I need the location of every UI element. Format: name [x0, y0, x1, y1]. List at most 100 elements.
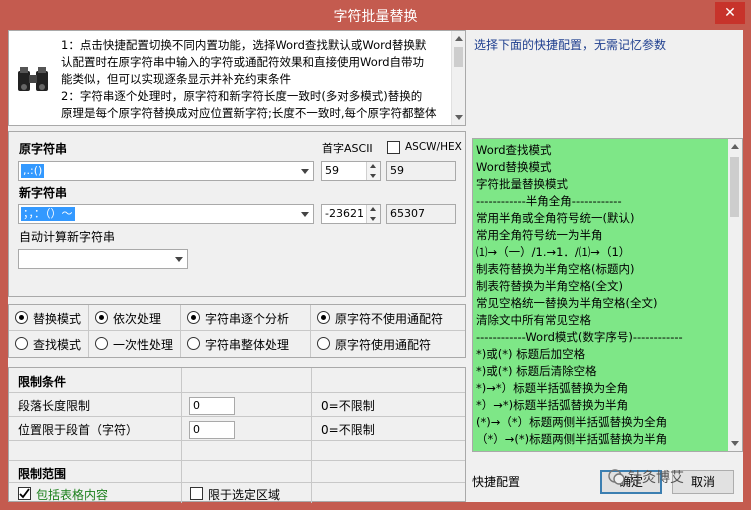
- source-combo[interactable]: ,.:(): [18, 161, 314, 181]
- ascw-checkbox[interactable]: [387, 141, 400, 154]
- radio-char-by-char[interactable]: [187, 311, 200, 324]
- spin-buttons[interactable]: [366, 162, 380, 180]
- mode-no-wildcard[interactable]: 原字符不使用通配符: [311, 305, 465, 331]
- list-item[interactable]: 常用半角或全角符号统一(默认): [476, 210, 634, 227]
- tips-text: 1：点击快捷配置切换不同内置功能，选择Word查找默认或Word替换默 认配置时…: [61, 37, 447, 121]
- list-item[interactable]: 制表符替换为半角空格(标题内): [476, 261, 634, 278]
- spin-down-icon[interactable]: [370, 217, 376, 221]
- list-item[interactable]: *)→*）标题半括弧替换为全角: [476, 380, 628, 397]
- limit-note: 0=不限制: [321, 423, 375, 437]
- radio-sequential[interactable]: [95, 311, 108, 324]
- limit-label: 段落长度限制: [18, 399, 91, 413]
- source-label: 原字符串: [19, 142, 68, 156]
- spin-buttons[interactable]: [366, 205, 380, 223]
- limit-note: 0=不限制: [321, 399, 375, 413]
- list-item[interactable]: （*）→(*)标题两侧半括弧替换为半角: [476, 431, 667, 448]
- source-ascii-value[interactable]: 59: [325, 164, 339, 177]
- chevron-down-icon[interactable]: [301, 169, 309, 174]
- mode-sequential[interactable]: 依次处理: [89, 305, 181, 331]
- limits-grid: 限制条件 段落长度限制 0 0=不限制 位置限于段首（字符） 0 0=不限制 限…: [8, 367, 466, 503]
- dialog-window: 字符批量替换 ✕ 1：点击快捷配置切换不同内置功能，选择Word查找默认或Wor…: [0, 0, 751, 510]
- tips-panel: 1：点击快捷配置切换不同内置功能，选择Word查找默认或Word替换默 认配置时…: [8, 30, 466, 126]
- mode-label: 原字符不使用通配符: [335, 312, 444, 326]
- source-value[interactable]: ,.:(): [21, 164, 45, 178]
- selection-only-label: 限于选定区域: [208, 488, 281, 502]
- grid-line: [311, 368, 312, 503]
- tips-scrollbar[interactable]: [451, 31, 465, 125]
- mode-wildcard[interactable]: 原字符使用通配符: [311, 331, 465, 357]
- chevron-down-icon[interactable]: [175, 257, 183, 262]
- list-item[interactable]: *)或(*) 标题后清除空格: [476, 363, 597, 380]
- input-value[interactable]: 0: [193, 423, 200, 436]
- mode-label: 查找模式: [33, 338, 82, 352]
- wechat-icon: [608, 469, 625, 485]
- list-item[interactable]: Word替换模式: [476, 159, 552, 176]
- chevron-down-icon[interactable]: [301, 212, 309, 217]
- string-panel: 原字符串 首字ASCII ASCW/HEX ,.:() 59 59 新字符串 ；…: [8, 131, 466, 297]
- list-item[interactable]: Word查找模式: [476, 142, 552, 159]
- list-scrollbar[interactable]: [728, 139, 742, 451]
- mode-once[interactable]: 一次性处理: [89, 331, 181, 357]
- tip-line: 原理是每个原字符替换成对应位置新字符;长度不一致时,每个原字符都整体: [61, 106, 437, 120]
- list-item[interactable]: 字符批量替换模式: [476, 176, 568, 193]
- list-item[interactable]: 清除文中所有常见空格: [476, 312, 591, 329]
- scroll-down-icon[interactable]: [455, 115, 463, 120]
- limit-label: 位置限于段首（字符）: [18, 423, 139, 437]
- mode-label: 原字符使用通配符: [335, 338, 432, 352]
- radio-find[interactable]: [15, 337, 28, 350]
- grid-line: [9, 392, 465, 393]
- selection-only-checkbox[interactable]: [190, 487, 203, 500]
- scope-header: 限制范围: [18, 467, 67, 481]
- list-item[interactable]: ------------半角全角------------: [476, 193, 622, 210]
- scroll-thumb[interactable]: [454, 47, 463, 67]
- mode-whole-string[interactable]: 字符串整体处理: [181, 331, 311, 357]
- radio-once[interactable]: [95, 337, 108, 350]
- target-value[interactable]: ；，：（）～: [21, 207, 75, 221]
- target-ascii-stepper[interactable]: -23621: [321, 204, 381, 224]
- radio-wildcard[interactable]: [317, 337, 330, 350]
- position-limit-input[interactable]: 0: [189, 421, 235, 439]
- scroll-up-icon[interactable]: [731, 144, 739, 149]
- radio-whole-string[interactable]: [187, 337, 200, 350]
- source-hex-field: 59: [386, 161, 456, 181]
- checkmark-icon: [19, 488, 30, 499]
- target-combo[interactable]: ；，：（）～: [18, 204, 314, 224]
- list-item[interactable]: ------------Word模式(数字序号)------------: [476, 329, 683, 346]
- radio-replace[interactable]: [15, 311, 28, 324]
- spin-down-icon[interactable]: [370, 174, 376, 178]
- dialog-client: 1：点击快捷配置切换不同内置功能，选择Word查找默认或Word替换默 认配置时…: [8, 30, 743, 503]
- list-item[interactable]: 常用全角符号统一为半角: [476, 227, 603, 244]
- source-ascii-stepper[interactable]: 59: [321, 161, 381, 181]
- target-ascii-value[interactable]: -23621: [325, 207, 364, 220]
- list-item[interactable]: (*)→（*）标题两侧半括弧替换为全角: [476, 414, 667, 431]
- window-title: 字符批量替换: [333, 9, 418, 25]
- list-item[interactable]: 制表符替换为半角空格(全文): [476, 278, 623, 295]
- mode-find[interactable]: 查找模式: [9, 331, 89, 357]
- mode-options: 替换模式 依次处理 字符串逐个分析 原字符不使用通配符 查找模式 一次性处理 字…: [8, 304, 466, 358]
- spin-up-icon[interactable]: [370, 164, 376, 168]
- mode-replace[interactable]: 替换模式: [9, 305, 89, 331]
- mode-char-by-char[interactable]: 字符串逐个分析: [181, 305, 311, 331]
- grid-line: [9, 482, 465, 483]
- spin-up-icon[interactable]: [370, 207, 376, 211]
- scroll-down-icon[interactable]: [731, 441, 739, 446]
- input-value[interactable]: 0: [193, 399, 200, 412]
- title-bar[interactable]: 字符批量替换 ✕: [0, 0, 751, 30]
- close-button[interactable]: ✕: [715, 2, 745, 24]
- paragraph-length-input[interactable]: 0: [189, 397, 235, 415]
- grid-line: [181, 368, 182, 503]
- include-table-checkbox[interactable]: [18, 487, 31, 500]
- quick-config-list[interactable]: Word查找模式 Word替换模式 字符批量替换模式 ------------半角全角…: [472, 138, 743, 452]
- list-item[interactable]: 常见空格统一替换为半角空格(全文): [476, 295, 657, 312]
- tip-line: 1：点击快捷配置切换不同内置功能，选择Word查找默认或Word替换默: [61, 38, 427, 52]
- scroll-thumb[interactable]: [730, 157, 739, 217]
- list-item[interactable]: *）→*)标题半括弧替换为半角: [476, 397, 628, 414]
- list-item[interactable]: *)或(*) 标题后加空格: [476, 346, 585, 363]
- auto-combo[interactable]: [18, 249, 188, 269]
- scroll-up-icon[interactable]: [455, 36, 463, 41]
- watermark-text: 针灸博艾: [628, 470, 684, 486]
- grid-line: [9, 460, 465, 461]
- ascii-label: 首字ASCII: [322, 142, 373, 155]
- list-item[interactable]: ⑴→（一）/1.→1．/⑴→（1）: [476, 244, 630, 261]
- radio-no-wildcard[interactable]: [317, 311, 330, 324]
